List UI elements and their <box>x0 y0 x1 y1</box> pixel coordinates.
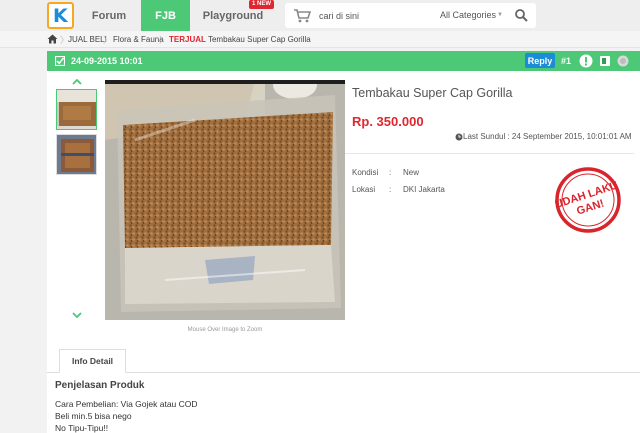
home-icon[interactable] <box>47 34 58 44</box>
description-line: Cara Pembelian: Via Gojek atau COD <box>55 399 198 409</box>
tobacco-thumbnail-image <box>57 90 96 129</box>
tab-forum[interactable]: Forum <box>85 0 133 31</box>
logo-letter: K <box>53 5 68 27</box>
bookmark-icon[interactable] <box>599 55 611 67</box>
search-icon[interactable] <box>514 8 528 22</box>
thumbnail-2[interactable] <box>56 134 97 175</box>
chevron-down-icon[interactable]: ▼ <box>497 12 503 18</box>
new-badge: 1 NEW <box>249 0 275 9</box>
tab-fjb[interactable]: FJB <box>141 0 190 31</box>
search-input[interactable] <box>319 7 419 24</box>
breadcrumb-separator: 〉 <box>159 35 169 45</box>
description-heading: Penjelasan Produk <box>55 380 145 391</box>
kaskus-logo[interactable]: K <box>47 2 74 29</box>
description-line: No Tipu-Tipu!! <box>55 423 109 433</box>
spec-colon: : <box>389 185 392 194</box>
search-bar: All Categories ▼ <box>285 3 536 28</box>
breadcrumb-current: TERJUAL Tembakau Super Cap Gorilla <box>169 35 311 44</box>
sold-stamp: UDAH LAKU GAN! <box>555 167 621 233</box>
tobacco-bag-photo <box>105 80 345 320</box>
more-options-icon[interactable] <box>617 55 629 67</box>
checkbox-icon <box>55 56 65 66</box>
chevron-down-icon[interactable] <box>72 312 82 318</box>
spec-label-condition: Kondisi <box>352 168 379 177</box>
last-bump-time: Last Sundul : 24 September 2015, 10:01:0… <box>463 132 632 141</box>
reply-button[interactable]: Reply <box>525 53 555 68</box>
spec-value-location: DKI Jakarta <box>403 185 445 194</box>
spec-label-location: Lokasi <box>352 185 376 194</box>
product-image[interactable] <box>105 80 345 320</box>
category-select[interactable]: All Categories <box>440 10 496 20</box>
post-number[interactable]: #1 <box>561 56 571 66</box>
tobacco-pack-thumbnail-image <box>57 135 96 174</box>
thumbnail-1[interactable] <box>56 89 97 130</box>
breadcrumb: 〉 JUAL BELI 〉 Flora & Fauna 〉 TERJUAL Te… <box>0 31 640 48</box>
product-price: Rp. 350.000 <box>352 114 424 129</box>
breadcrumb-current-title: Tembakau Super Cap Gorilla <box>207 35 311 44</box>
top-navbar: K Forum FJB Playground 1 NEW All Categor… <box>0 0 640 31</box>
chevron-up-icon[interactable] <box>72 79 82 85</box>
clock-icon <box>455 133 463 141</box>
description-line: Beli min.5 bisa nego <box>55 411 132 421</box>
zoom-hint: Mouse Over Image to Zoom <box>187 327 263 333</box>
breadcrumb-jual-beli[interactable]: JUAL BELI <box>68 35 107 44</box>
product-panel: Mouse Over Image to Zoom Tembakau Super … <box>47 71 640 433</box>
post-header-bar: 24-09-2015 10:01 Reply #1 <box>47 51 640 71</box>
post-date: 24-09-2015 10:01 <box>71 56 143 66</box>
breadcrumb-separator: 〉 <box>103 35 113 45</box>
breadcrumb-flora-fauna[interactable]: Flora & Fauna <box>113 35 164 44</box>
report-icon[interactable] <box>579 54 593 68</box>
spec-colon: : <box>389 168 392 177</box>
tab-divider <box>47 372 640 373</box>
shopping-cart-icon[interactable] <box>293 8 311 23</box>
spec-value-condition: New <box>403 168 420 177</box>
divider <box>345 153 634 154</box>
tab-info-detail[interactable]: Info Detail <box>59 349 126 373</box>
sold-tag: TERJUAL <box>169 35 206 44</box>
product-title: Tembakau Super Cap Gorilla <box>352 86 513 100</box>
